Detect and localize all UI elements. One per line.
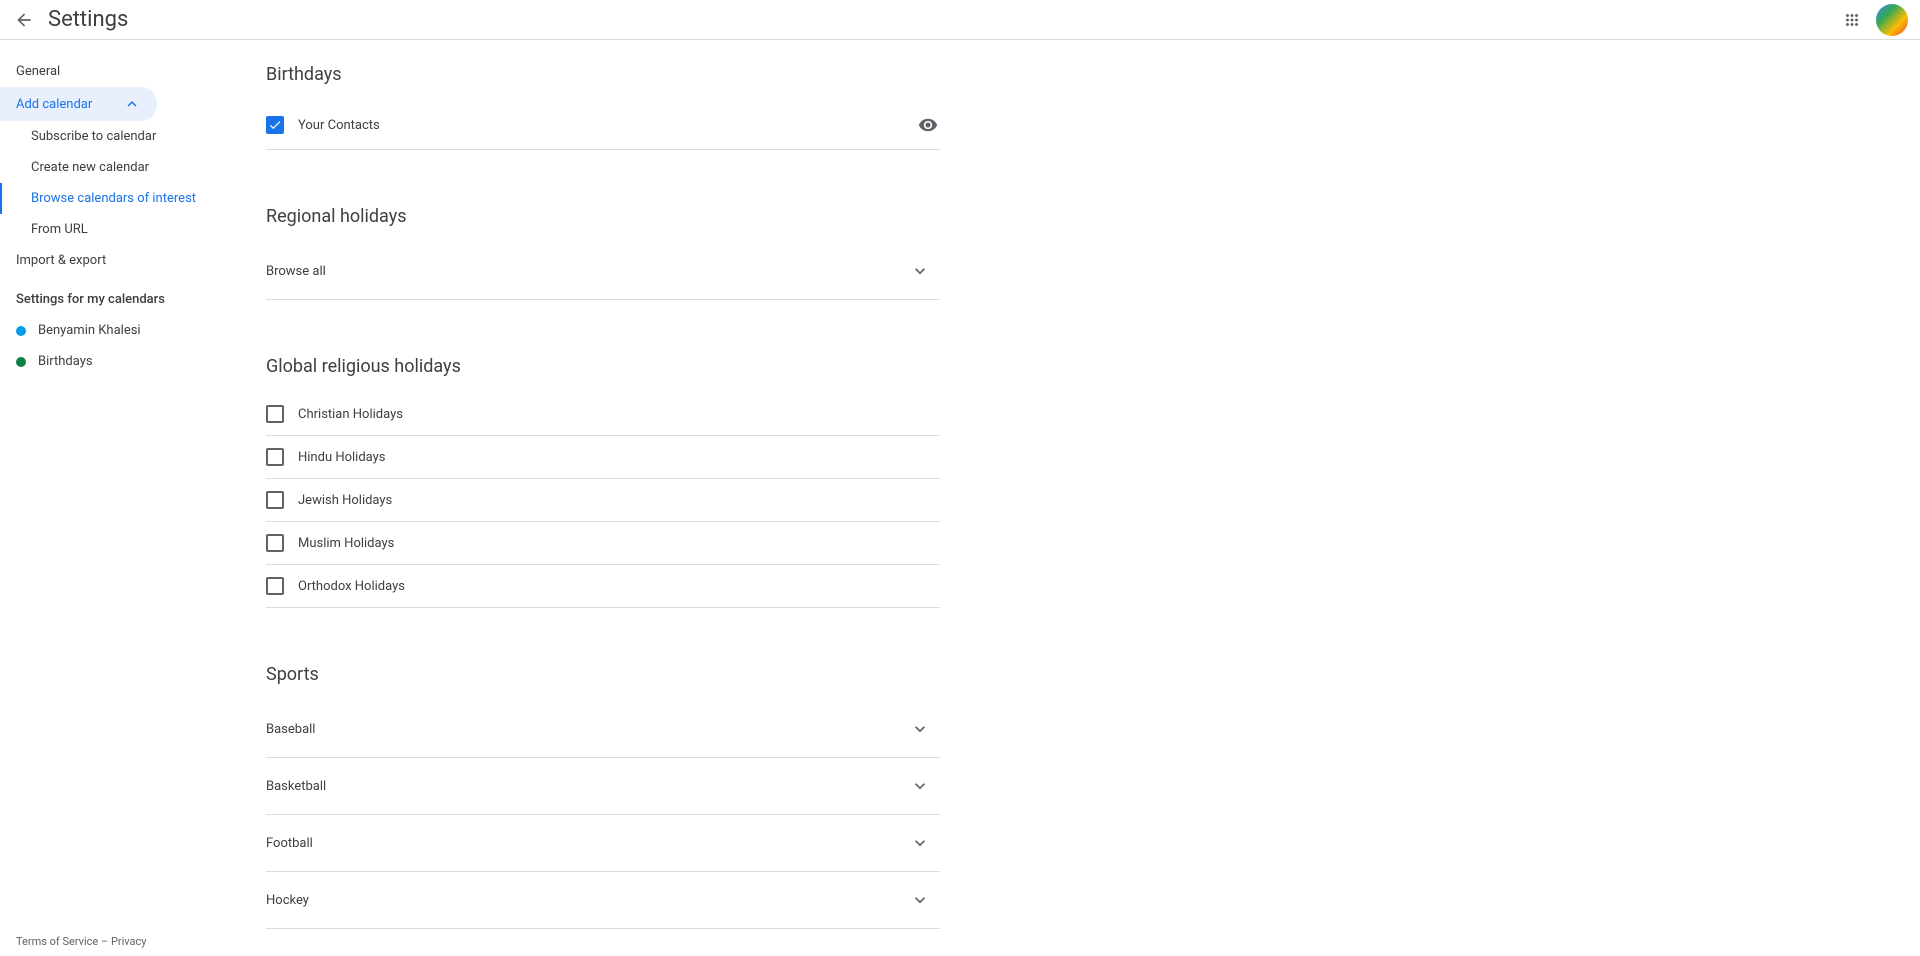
footer: Terms of Service – Privacy — [16, 935, 147, 948]
chevron-down-icon — [908, 774, 932, 798]
calendar-item-primary[interactable]: Benyamin Khalesi — [0, 315, 266, 346]
orthodox-checkbox[interactable] — [266, 577, 284, 595]
sidebar-my-calendars-title: Settings for my calendars — [0, 276, 266, 315]
orthodox-label: Orthodox Holidays — [298, 579, 405, 594]
religious-row: Muslim Holidays — [266, 522, 940, 565]
header-left: Settings — [12, 7, 128, 32]
main: Birthdays Your Contacts Regional holiday… — [266, 40, 1920, 956]
privacy-link[interactable]: Privacy — [111, 935, 147, 948]
header-right — [1840, 4, 1908, 36]
sidebar-item-add-calendar[interactable]: Add calendar — [0, 87, 157, 121]
contacts-checkbox[interactable] — [266, 116, 284, 134]
sidebar-item-import-export[interactable]: Import & export — [0, 245, 156, 276]
section-title-regional: Regional holidays — [266, 198, 940, 243]
sports-football-row[interactable]: Football — [266, 815, 940, 872]
browse-all-label: Browse all — [266, 264, 326, 279]
chevron-down-icon — [908, 717, 932, 741]
birthday-contacts-row: Your Contacts — [266, 101, 940, 150]
main-content: Birthdays Your Contacts Regional holiday… — [266, 56, 940, 956]
checkbox-left: Christian Holidays — [266, 405, 403, 423]
muslim-label: Muslim Holidays — [298, 536, 394, 551]
calendar-name: Birthdays — [38, 354, 93, 369]
chevron-down-icon — [908, 831, 932, 855]
sidebar-subitem-browse[interactable]: Browse calendars of interest — [0, 183, 266, 214]
christian-checkbox[interactable] — [266, 405, 284, 423]
apps-grid-icon — [1843, 11, 1861, 29]
contacts-label: Your Contacts — [298, 118, 380, 133]
checkbox-left: Hindu Holidays — [266, 448, 386, 466]
hindu-checkbox[interactable] — [266, 448, 284, 466]
calendar-color-dot — [16, 326, 26, 336]
footer-separator: – — [98, 935, 111, 948]
jewish-checkbox[interactable] — [266, 491, 284, 509]
religious-row: Christian Holidays — [266, 393, 940, 436]
hockey-label: Hockey — [266, 893, 309, 908]
sidebar-item-general[interactable]: General — [0, 56, 156, 87]
sidebar-subitem-create[interactable]: Create new calendar — [0, 152, 266, 183]
terms-link[interactable]: Terms of Service — [16, 935, 98, 948]
calendar-name: Benyamin Khalesi — [38, 323, 141, 338]
page-title: Settings — [48, 7, 128, 32]
checkbox-left: Your Contacts — [266, 116, 380, 134]
hindu-label: Hindu Holidays — [298, 450, 386, 465]
section-title-religious: Global religious holidays — [266, 348, 940, 393]
add-calendar-label: Add calendar — [16, 97, 92, 112]
basketball-label: Basketball — [266, 779, 326, 794]
jewish-label: Jewish Holidays — [298, 493, 392, 508]
checkbox-left: Orthodox Holidays — [266, 577, 405, 595]
visibility-button[interactable] — [916, 113, 940, 137]
checkbox-left: Muslim Holidays — [266, 534, 394, 552]
sidebar-subitem-subscribe[interactable]: Subscribe to calendar — [0, 121, 266, 152]
sidebar-subitem-from-url[interactable]: From URL — [0, 214, 266, 245]
football-label: Football — [266, 836, 313, 851]
user-avatar[interactable] — [1876, 4, 1908, 36]
baseball-label: Baseball — [266, 722, 315, 737]
browse-all-row[interactable]: Browse all — [266, 243, 940, 300]
chevron-down-icon — [908, 888, 932, 912]
back-button[interactable] — [12, 8, 36, 32]
chevron-up-icon — [123, 95, 141, 113]
chevron-down-icon — [908, 259, 932, 283]
sports-baseball-row[interactable]: Baseball — [266, 701, 940, 758]
header: Settings — [0, 0, 1920, 40]
section-title-birthdays: Birthdays — [266, 56, 940, 101]
sports-basketball-row[interactable]: Basketball — [266, 758, 940, 815]
checkbox-left: Jewish Holidays — [266, 491, 392, 509]
arrow-back-icon — [14, 10, 34, 30]
religious-row: Jewish Holidays — [266, 479, 940, 522]
eye-icon — [918, 115, 938, 135]
religious-row: Orthodox Holidays — [266, 565, 940, 608]
checkmark-icon — [268, 118, 282, 132]
calendar-color-dot — [16, 357, 26, 367]
religious-row: Hindu Holidays — [266, 436, 940, 479]
google-apps-button[interactable] — [1840, 8, 1864, 32]
section-title-sports: Sports — [266, 656, 940, 701]
sports-hockey-row[interactable]: Hockey — [266, 872, 940, 929]
sidebar: General Add calendar Subscribe to calend… — [0, 40, 266, 956]
muslim-checkbox[interactable] — [266, 534, 284, 552]
christian-label: Christian Holidays — [298, 407, 403, 422]
calendar-item-birthdays[interactable]: Birthdays — [0, 346, 266, 377]
content: General Add calendar Subscribe to calend… — [0, 40, 1920, 956]
